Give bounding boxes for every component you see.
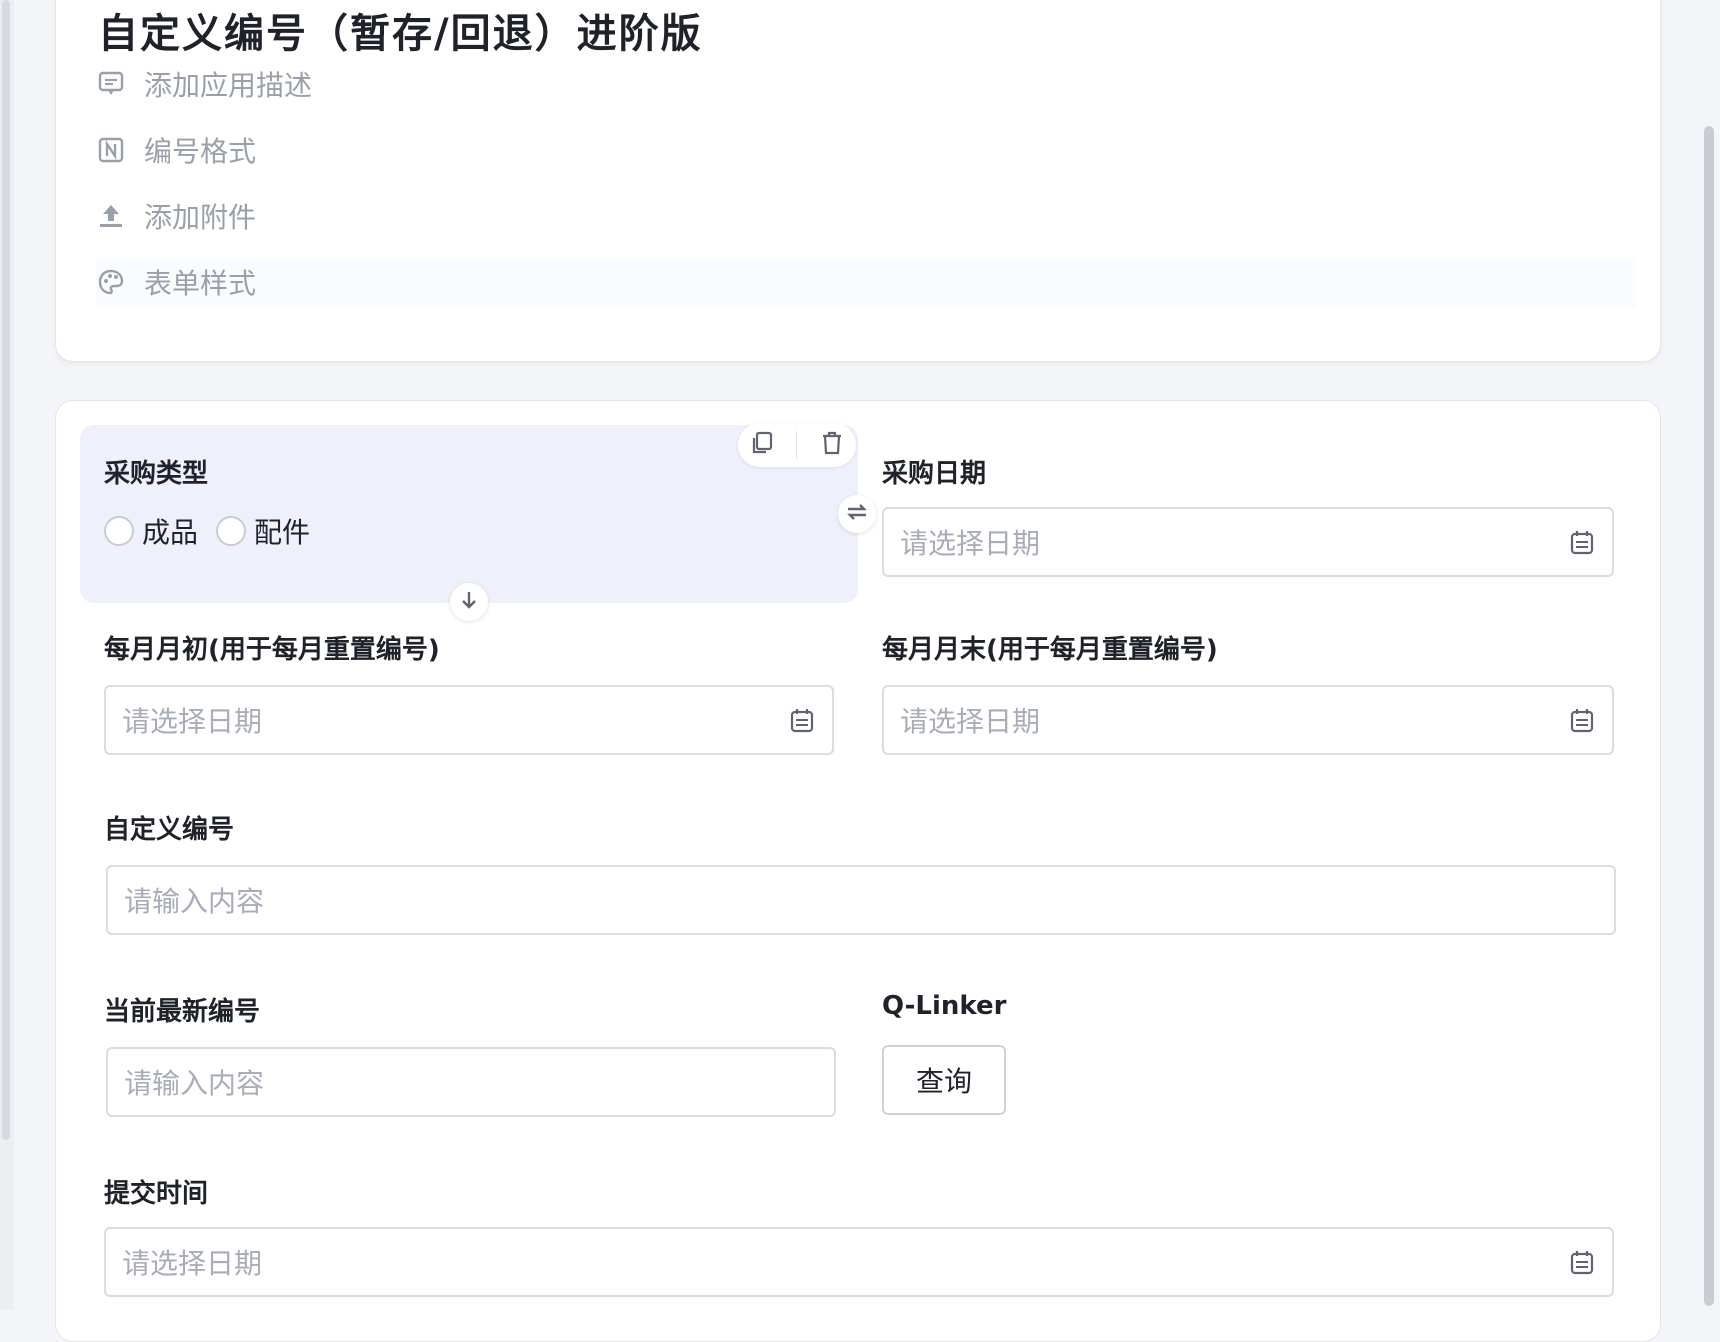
purchase-type-radio-group: 成品 配件 bbox=[104, 511, 328, 551]
page-scrollbar-thumb[interactable] bbox=[1704, 126, 1714, 1306]
purchase-date-picker[interactable]: 请选择日期 bbox=[882, 507, 1614, 577]
purchase-date-label: 采购日期 bbox=[882, 459, 987, 489]
number-format-item[interactable]: 编号格式 bbox=[96, 125, 256, 175]
toolbar-divider bbox=[796, 431, 798, 459]
radio-accessories-label[interactable]: 配件 bbox=[254, 511, 310, 551]
form-style-label: 表单样式 bbox=[144, 267, 257, 300]
add-attachment-item[interactable]: 添加附件 bbox=[96, 191, 256, 241]
page-scrollbar[interactable] bbox=[1700, 0, 1720, 1310]
number-format-label: 编号格式 bbox=[144, 135, 257, 168]
submit-time-label: 提交时间 bbox=[104, 1179, 209, 1209]
latest-number-placeholder: 请输入内容 bbox=[124, 1067, 265, 1100]
swap-field-button[interactable] bbox=[838, 495, 876, 533]
field-action-toolbar bbox=[738, 423, 856, 467]
custom-number-label: 自定义编号 bbox=[104, 815, 235, 845]
month-end-date-picker[interactable]: 请选择日期 bbox=[882, 685, 1614, 755]
purchase-type-label: 采购类型 bbox=[104, 459, 209, 489]
month-start-date-picker[interactable]: 请选择日期 bbox=[104, 685, 834, 755]
radio-finished-goods-label[interactable]: 成品 bbox=[142, 511, 198, 551]
add-description-item[interactable]: 添加应用描述 bbox=[96, 59, 312, 109]
custom-number-input[interactable]: 请输入内容 bbox=[106, 865, 1616, 935]
latest-number-input[interactable]: 请输入内容 bbox=[106, 1047, 836, 1117]
swap-icon bbox=[845, 500, 869, 528]
left-scrollbar[interactable] bbox=[0, 0, 14, 1310]
submit-time-date-picker[interactable]: 请选择日期 bbox=[104, 1227, 1614, 1297]
radio-finished-goods[interactable] bbox=[104, 516, 134, 546]
latest-number-label: 当前最新编号 bbox=[104, 997, 261, 1027]
app-title[interactable]: 自定义编号（暂存/回退）进阶版 bbox=[98, 1, 703, 59]
month-start-label: 每月月初(用于每月重置编号) bbox=[104, 635, 440, 665]
radio-accessories[interactable] bbox=[216, 516, 247, 546]
qlinker-query-button[interactable]: 查询 bbox=[882, 1045, 1006, 1115]
month-end-placeholder: 请选择日期 bbox=[900, 705, 1041, 738]
calendar-icon bbox=[1570, 709, 1594, 733]
form-style-item[interactable]: 表单样式 bbox=[96, 257, 1636, 307]
arrow-down-icon bbox=[458, 589, 480, 615]
delete-icon[interactable] bbox=[819, 430, 845, 460]
comment-icon bbox=[96, 69, 126, 99]
purchase-type-field-selected[interactable]: 采购类型 成品 配件 bbox=[80, 423, 858, 603]
number-format-icon bbox=[96, 135, 126, 165]
left-scrollbar-thumb[interactable] bbox=[2, 0, 10, 1140]
form-canvas: 采购类型 成品 配件 采购日期 请选择日期 每月月初(用于每月重置编号) 请选择… bbox=[55, 400, 1661, 1342]
move-down-button[interactable] bbox=[450, 583, 488, 621]
purchase-date-placeholder: 请选择日期 bbox=[900, 527, 1041, 560]
month-end-label: 每月月末(用于每月重置编号) bbox=[882, 635, 1218, 665]
upload-icon bbox=[96, 201, 126, 231]
add-description-label: 添加应用描述 bbox=[144, 69, 313, 102]
copy-icon[interactable] bbox=[749, 430, 775, 460]
submit-time-placeholder: 请选择日期 bbox=[122, 1247, 263, 1280]
add-attachment-label: 添加附件 bbox=[144, 201, 257, 234]
custom-number-placeholder: 请输入内容 bbox=[124, 885, 265, 918]
app-header-card: 自定义编号（暂存/回退）进阶版 添加应用描述 编号格式 添加附件 表单样式 bbox=[55, 0, 1661, 362]
calendar-icon bbox=[790, 709, 814, 733]
calendar-icon bbox=[1570, 531, 1594, 555]
palette-icon bbox=[96, 267, 126, 297]
qlinker-label: Q-Linker bbox=[882, 991, 1007, 1021]
calendar-icon bbox=[1570, 1251, 1594, 1275]
month-start-placeholder: 请选择日期 bbox=[122, 705, 263, 738]
